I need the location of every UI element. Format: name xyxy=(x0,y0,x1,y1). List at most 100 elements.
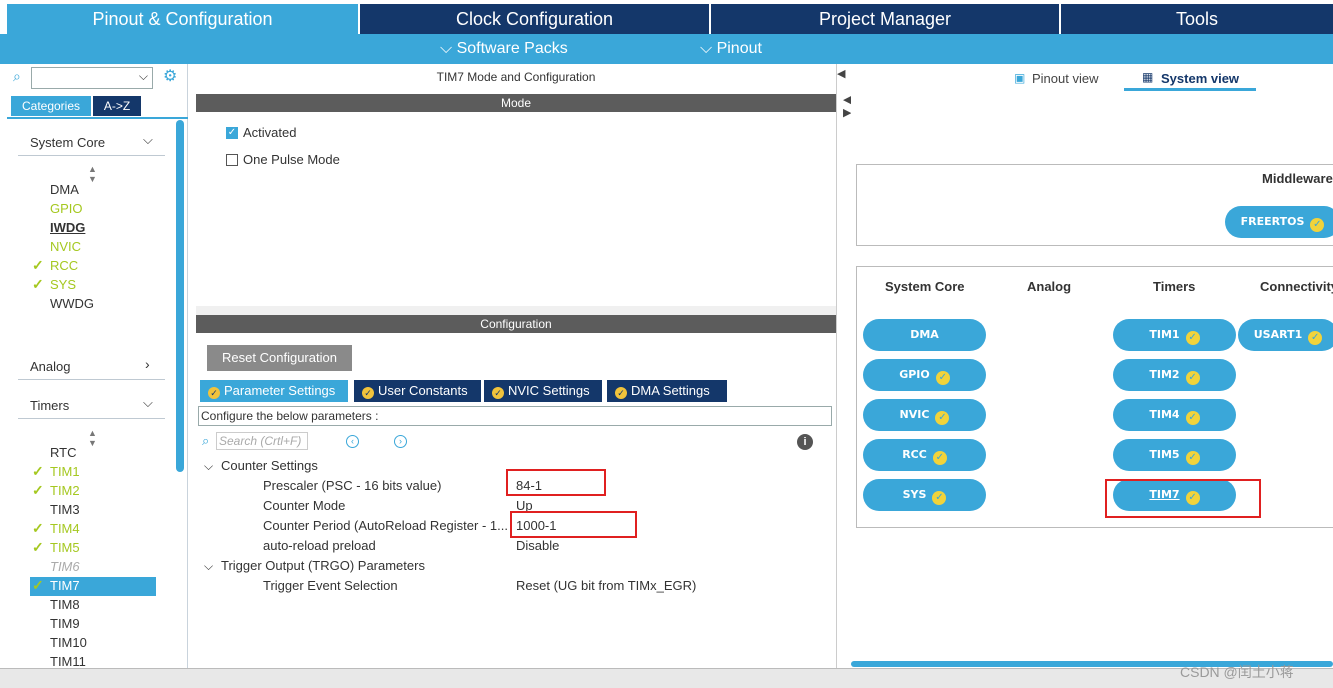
tab-nvic-settings[interactable]: ✓ NVIC Settings xyxy=(484,380,602,402)
list-item-tim9[interactable]: TIM9 xyxy=(50,615,80,633)
list-item-tim5[interactable]: TIM5 xyxy=(50,539,80,557)
left-divider xyxy=(7,117,188,119)
check-icon: ✓ xyxy=(32,539,44,555)
chevron-down-icon[interactable]: ⌵ xyxy=(204,459,213,474)
tab-dma-settings[interactable]: ✓ DMA Settings xyxy=(607,380,727,402)
one-pulse-checkbox[interactable] xyxy=(226,154,238,166)
tim2-button[interactable]: TIM2 ✓ xyxy=(1113,359,1236,391)
sort-icon: ▲ ▼ xyxy=(88,164,97,184)
list-item-gpio[interactable]: GPIO xyxy=(50,200,83,218)
tab-parameter-settings[interactable]: ✓ Parameter Settings xyxy=(200,380,348,402)
pill-label: RCC xyxy=(902,448,927,461)
tab-user-constants[interactable]: ✓ User Constants xyxy=(354,380,481,402)
reset-configuration-button[interactable]: Reset Configuration xyxy=(207,345,352,371)
check-circle-icon: ✓ xyxy=(935,371,950,385)
tab-a-z[interactable]: A->Z xyxy=(93,96,141,116)
system-view-tab[interactable]: System view xyxy=(1161,71,1239,86)
gpio-button[interactable]: GPIO ✓ xyxy=(863,359,986,391)
list-item-rtc[interactable]: RTC xyxy=(50,444,76,462)
pill-label: NVIC xyxy=(899,408,930,421)
list-item-tim3[interactable]: TIM3 xyxy=(50,501,80,519)
list-item-tim8[interactable]: TIM8 xyxy=(50,596,80,614)
list-item-iwdg[interactable]: IWDG xyxy=(50,219,85,237)
list-item-tim7[interactable]: TIM7 xyxy=(50,577,80,595)
search-icon: ⌕ xyxy=(202,433,210,448)
check-circle-icon: ✓ xyxy=(1185,411,1200,425)
sys-button[interactable]: SYS ✓ xyxy=(863,479,986,511)
check-circle-icon: ✓ xyxy=(1308,331,1323,345)
list-item-dma[interactable]: DMA xyxy=(50,181,79,199)
collapse-arrow-icon[interactable]: ◀ xyxy=(837,67,845,80)
check-circle-icon: ✓ xyxy=(1185,371,1200,385)
info-icon[interactable]: i xyxy=(797,434,813,450)
pill-label: USART1 xyxy=(1253,328,1303,341)
tim4-button[interactable]: TIM4 ✓ xyxy=(1113,399,1236,431)
usart1-button[interactable]: USART1 ✓ xyxy=(1238,319,1333,351)
tab-pinout-configuration[interactable]: Pinout & Configuration xyxy=(7,4,358,34)
previous-icon[interactable]: ‹ xyxy=(346,435,359,448)
chevron-down-icon[interactable]: ⌵ xyxy=(143,132,153,148)
list-item-tim6[interactable]: TIM6 xyxy=(50,558,80,576)
system-view-panel: ▣ Pinout view ▦ System view Middleware F… xyxy=(851,64,1333,668)
one-pulse-label: One Pulse Mode xyxy=(243,152,340,167)
panel-splitter[interactable] xyxy=(836,64,851,668)
tab-categories[interactable]: Categories xyxy=(11,96,91,116)
tab-label: NVIC Settings xyxy=(508,383,590,398)
pill-label: TIM4 xyxy=(1149,408,1180,421)
check-icon: ✓ xyxy=(32,257,44,273)
list-item-tim1[interactable]: TIM1 xyxy=(50,463,80,481)
chevron-down-icon: ⌵ xyxy=(700,40,717,57)
category-analog[interactable]: Analog xyxy=(30,359,70,374)
list-item-rcc[interactable]: RCC xyxy=(50,257,78,275)
list-item-tim4[interactable]: TIM4 xyxy=(50,520,80,538)
pill-label: TIM2 xyxy=(1149,368,1180,381)
param-search-input[interactable]: Search (Crtl+F) xyxy=(216,432,308,450)
pinout-view-tab[interactable]: Pinout view xyxy=(1032,71,1098,86)
counter-settings-group[interactable]: Counter Settings xyxy=(221,457,318,475)
trgo-group[interactable]: Trigger Output (TRGO) Parameters xyxy=(221,557,425,575)
pill-label: SYS xyxy=(902,488,927,501)
freertos-button[interactable]: FREERTOS ✓ xyxy=(1225,206,1333,238)
category-timers[interactable]: Timers xyxy=(30,398,69,413)
trigger-event-value[interactable]: Reset (UG bit from TIMx_EGR) xyxy=(516,577,696,595)
tab-label: User Constants xyxy=(378,383,468,398)
column-timers: Timers xyxy=(1153,279,1196,294)
left-scrollbar[interactable] xyxy=(176,120,184,472)
activated-checkbox[interactable]: ✓ xyxy=(226,127,238,139)
category-system-core[interactable]: System Core xyxy=(30,135,105,150)
list-item-sys[interactable]: SYS xyxy=(50,276,76,294)
check-circle-icon: ✓ xyxy=(208,387,220,399)
category-search-input[interactable]: ⌵ xyxy=(31,67,153,89)
tab-project-manager[interactable]: Project Manager xyxy=(711,4,1059,34)
tab-tools[interactable]: Tools xyxy=(1061,4,1333,34)
pill-label: TIM5 xyxy=(1149,448,1180,461)
dma-button[interactable]: DMA xyxy=(863,319,986,351)
list-item-nvic[interactable]: NVIC xyxy=(50,238,81,256)
pinout-menu[interactable]: ⌵ Pinout xyxy=(700,38,762,60)
divider xyxy=(18,379,165,380)
gear-icon[interactable]: ⚙ xyxy=(163,66,177,86)
trigger-event-label: Trigger Event Selection xyxy=(263,578,398,593)
list-item-tim10[interactable]: TIM10 xyxy=(50,634,87,652)
tab-clock-configuration[interactable]: Clock Configuration xyxy=(360,4,709,34)
counter-mode-label: Counter Mode xyxy=(263,498,346,513)
list-item-tim2[interactable]: TIM2 xyxy=(50,482,80,500)
check-circle-icon: ✓ xyxy=(935,411,950,425)
pill-label: GPIO xyxy=(899,368,930,381)
rcc-button[interactable]: RCC ✓ xyxy=(863,439,986,471)
list-item-tim7-selected[interactable] xyxy=(30,577,156,596)
panel-title: TIM7 Mode and Configuration xyxy=(436,70,596,84)
divider xyxy=(18,155,165,156)
list-item-wwdg[interactable]: WWDG xyxy=(50,295,94,313)
auto-reload-label: auto-reload preload xyxy=(263,538,376,553)
tim5-button[interactable]: TIM5 ✓ xyxy=(1113,439,1236,471)
auto-reload-value[interactable]: Disable xyxy=(516,537,559,555)
next-icon[interactable]: › xyxy=(394,435,407,448)
chevron-down-icon[interactable]: ⌵ xyxy=(204,559,213,574)
chevron-down-icon[interactable]: ⌵ xyxy=(143,395,153,411)
nvic-button[interactable]: NVIC ✓ xyxy=(863,399,986,431)
tim1-button[interactable]: TIM1 ✓ xyxy=(1113,319,1236,351)
software-packs-menu[interactable]: ⌵ Software Packs xyxy=(440,38,568,60)
counter-period-label: Counter Period (AutoReload Register - 1.… xyxy=(263,518,508,533)
chevron-right-icon[interactable]: › xyxy=(145,356,150,372)
